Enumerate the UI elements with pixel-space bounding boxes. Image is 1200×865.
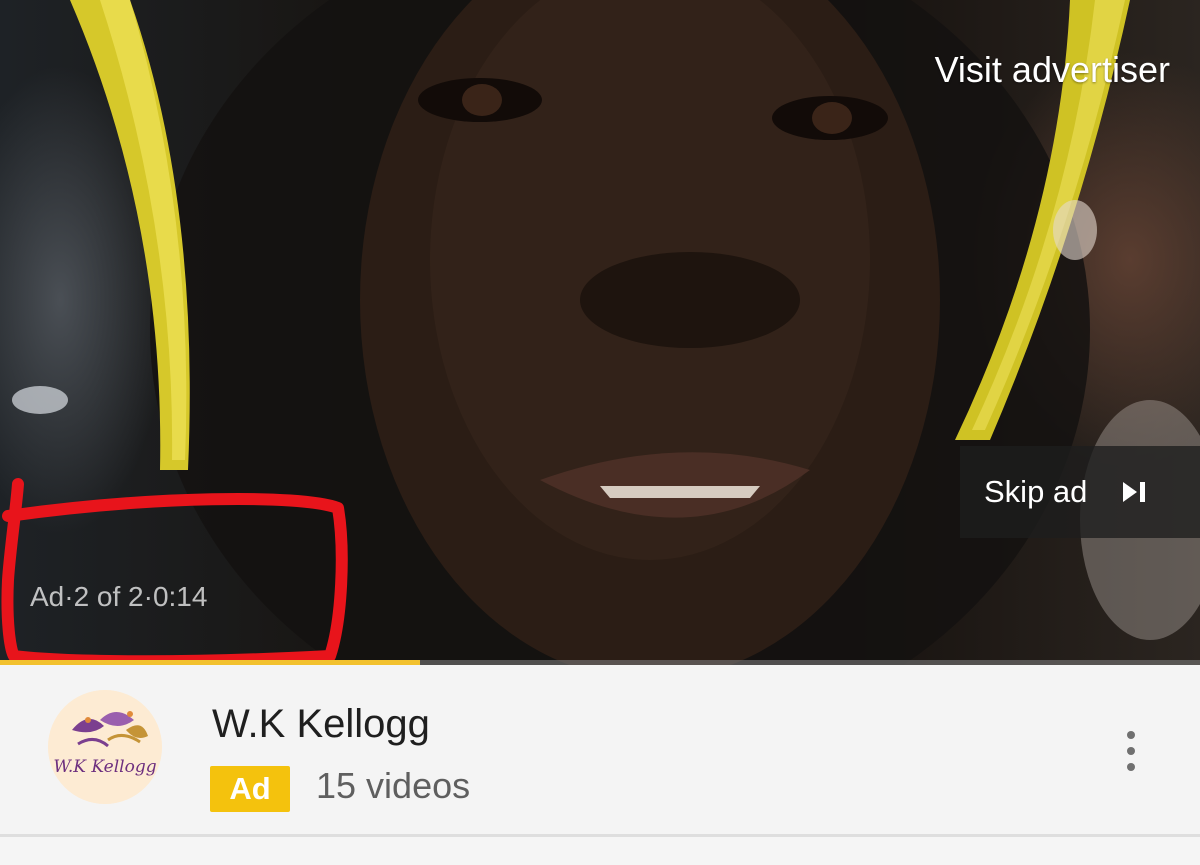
menu-dot — [1127, 731, 1135, 739]
skip-ad-label: Skip ad — [984, 474, 1088, 509]
ad-info-bar: W.K Kellogg W.K Kellogg Ad 15 videos — [0, 666, 1200, 834]
avatar-logo-text: W.K Kellogg — [53, 757, 156, 777]
skip-ad-button[interactable]: Skip ad — [960, 446, 1200, 538]
kellogg-logo-icon: W.K Kellogg — [48, 690, 162, 804]
ad-video-frame — [12, 0, 1200, 665]
video-player[interactable]: Visit advertiser Skip ad Ad·2 of 2·0:14 — [0, 0, 1200, 665]
ad-progress-track — [0, 660, 1200, 665]
skip-next-icon — [1121, 480, 1147, 504]
menu-dot — [1127, 747, 1135, 755]
ad-progress-fill — [0, 660, 420, 665]
video-count: 15 videos — [316, 765, 471, 806]
divider — [0, 834, 1200, 837]
channel-name[interactable]: W.K Kellogg — [212, 700, 430, 748]
visit-advertiser-link[interactable]: Visit advertiser — [935, 48, 1170, 92]
ad-badge: Ad — [210, 766, 290, 812]
ad-counter: Ad·2 of 2·0:14 — [30, 581, 208, 612]
channel-avatar[interactable]: W.K Kellogg — [48, 690, 162, 804]
menu-dot — [1127, 763, 1135, 771]
more-vert-icon[interactable] — [1108, 724, 1154, 778]
